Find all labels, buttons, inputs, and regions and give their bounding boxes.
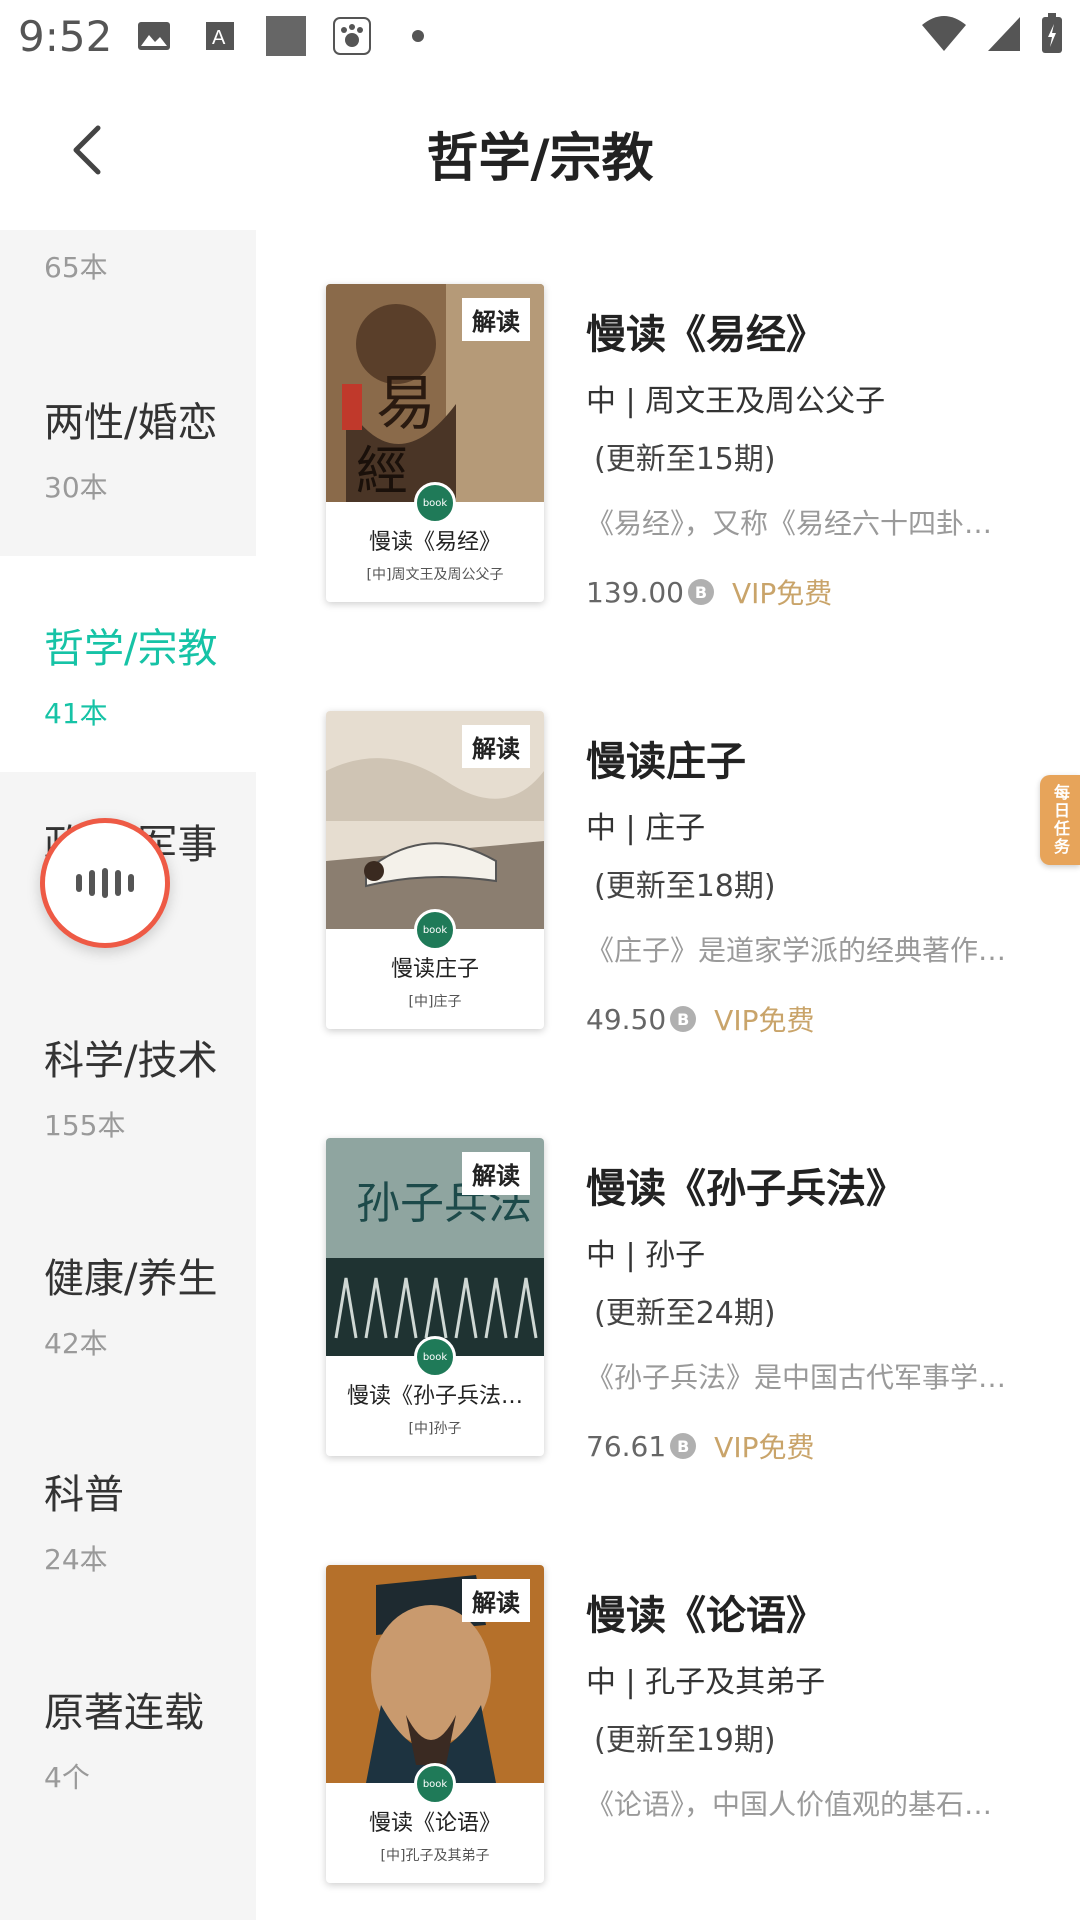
sidebar-item-name: 两性/婚恋 xyxy=(44,400,218,446)
sidebar-item-name: 科普 xyxy=(44,1472,124,1518)
cover-title: 慢读《孙子兵法… xyxy=(346,1384,523,1409)
gallery-icon xyxy=(132,14,176,58)
book-title[interactable]: 慢读《论语》 xyxy=(586,1583,826,1641)
book-title[interactable]: 慢读庄子 xyxy=(586,729,746,787)
daily-task-badge[interactable]: 每日任务 xyxy=(1040,775,1080,865)
svg-text:經: 經 xyxy=(356,442,408,502)
coin-icon: B xyxy=(670,1433,697,1459)
wifi-icon xyxy=(920,13,968,57)
sidebar-item-name: 科学/技术 xyxy=(44,1038,218,1084)
sidebar-item-name: 哲学/宗教 xyxy=(44,626,218,672)
book-update: (更新至15期) xyxy=(594,442,776,477)
coin-icon: B xyxy=(687,579,714,605)
signal-icon xyxy=(986,13,1022,57)
vip-free-label: VIP免费 xyxy=(731,577,833,610)
battery-icon xyxy=(1040,12,1064,58)
sidebar-item-partial[interactable]: 65本 xyxy=(0,230,256,404)
sidebar-item-count: 4个 xyxy=(44,1761,90,1794)
sidebar-item-name: 原著连载 xyxy=(44,1690,204,1736)
svg-text:A: A xyxy=(212,27,226,49)
voice-wave-bar xyxy=(128,874,134,892)
vip-free-label: VIP免费 xyxy=(714,1004,815,1037)
sidebar-item-philosophy-religion[interactable]: 哲学/宗教 41本 xyxy=(0,556,256,772)
status-icons-left: A xyxy=(132,14,440,58)
book-author: 中 | 周文王及周公父子 xyxy=(586,384,886,419)
price-value: 139.00 xyxy=(586,575,684,609)
price-value: 49.50 xyxy=(586,1002,667,1036)
sidebar-item-count: 155本 xyxy=(44,1109,126,1142)
cover-author: [中]孔子及其弟子 xyxy=(380,1848,490,1864)
sidebar-item-count: 65本 xyxy=(44,251,108,284)
book-update: (更新至24期) xyxy=(594,1296,776,1331)
voice-wave-bar xyxy=(115,870,121,896)
book-cover[interactable]: 孙子兵法 解读 book 慢读《孙子兵法… [中]孙子 xyxy=(326,1138,544,1456)
placeholder-square-icon xyxy=(264,14,308,58)
book-author: 中 | 孙子 xyxy=(586,1238,706,1273)
cover-author: [中]庄子 xyxy=(408,994,462,1010)
book-author: 中 | 庄子 xyxy=(586,811,706,846)
book-description: 《论语》，中国人价值观的基石… xyxy=(586,1788,993,1821)
book-description: 《易经》，又称《易经六十四卦… xyxy=(586,507,993,540)
book-description: 《孙子兵法》是中国古代军事学… xyxy=(586,1361,1007,1394)
voice-wave-icon xyxy=(76,874,82,892)
status-icons-right xyxy=(920,12,1064,58)
category-sidebar[interactable]: 65本 两性/婚恋 30本 哲学/宗教 41本 政治/军事 科学/技术 155本… xyxy=(0,230,256,1920)
book-price-row: 139.00 B VIP免费 xyxy=(586,572,832,612)
status-bar: 9:52 A xyxy=(0,0,1080,72)
top-bar: 哲学/宗教 xyxy=(0,72,1080,230)
book-update: (更新至19期) xyxy=(594,1723,776,1758)
cover-author: [中]孙子 xyxy=(408,1421,462,1437)
sidebar-item-popular-science[interactable]: 科普 24本 xyxy=(0,1462,256,1676)
cover-tag: 解读 xyxy=(462,1579,530,1622)
book-cover[interactable]: 易 經 解读 book 慢读《易经》 [中]周文王及周公父子 xyxy=(326,284,544,602)
book-item[interactable]: 解读 book 慢读庄子 [中]庄子 慢读庄子 中 | 庄子 (更新至18期) … xyxy=(256,711,1080,1131)
app-logo-icon: book xyxy=(414,1763,456,1805)
app-logo-icon: book xyxy=(414,482,456,524)
app-logo-icon: book xyxy=(414,909,456,951)
price-value: 76.61 xyxy=(586,1429,667,1463)
sidebar-item-name: 健康/养生 xyxy=(44,1256,218,1302)
cover-tag: 解读 xyxy=(462,1152,530,1195)
cover-author: [中]周文王及周公父子 xyxy=(366,567,504,583)
status-time: 9:52 xyxy=(18,12,113,61)
voice-assistant-button[interactable] xyxy=(40,818,170,948)
notification-dot-icon xyxy=(396,14,440,58)
cover-title: 慢读《论语》 xyxy=(368,1811,501,1836)
cover-tag: 解读 xyxy=(462,298,530,341)
sidebar-item-health[interactable]: 健康/养生 42本 xyxy=(0,1246,256,1460)
sidebar-item-serialized[interactable]: 原著连载 4个 xyxy=(0,1680,256,1894)
book-price-row: 49.50 B VIP免费 xyxy=(586,999,814,1039)
sidebar-item-count: 42本 xyxy=(44,1327,108,1360)
app-logo-icon: book xyxy=(414,1336,456,1378)
coin-icon: B xyxy=(670,1006,697,1032)
cover-tag: 解读 xyxy=(462,725,530,768)
cover-title: 慢读《易经》 xyxy=(368,530,501,555)
vip-free-label: VIP免费 xyxy=(714,1431,815,1464)
voice-wave-bar xyxy=(89,870,95,896)
sidebar-item-count: 30本 xyxy=(44,471,108,504)
book-price-row: 76.61 B VIP免费 xyxy=(586,1426,814,1466)
book-author: 中 | 孔子及其弟子 xyxy=(586,1665,826,1700)
page-title: 哲学/宗教 xyxy=(426,129,654,189)
sidebar-item-science-tech[interactable]: 科学/技术 155本 xyxy=(0,1028,256,1242)
book-item[interactable]: 孙子兵法 解读 book 慢读《孙子兵法… [中]孙子 慢读《孙子兵法》 中 |… xyxy=(256,1138,1080,1558)
baidu-icon xyxy=(330,14,374,58)
font-icon: A xyxy=(198,14,242,58)
book-item[interactable]: 解读 book 慢读《论语》 [中]孔子及其弟子 慢读《论语》 中 | 孔子及其… xyxy=(256,1565,1080,1920)
voice-wave-bar xyxy=(102,868,108,898)
book-list[interactable]: 易 經 解读 book 慢读《易经》 [中]周文王及周公父子 慢读《易经》 中 … xyxy=(256,230,1080,1920)
book-description: 《庄子》是道家学派的经典著作… xyxy=(586,934,1007,967)
book-title[interactable]: 慢读《易经》 xyxy=(586,302,826,360)
sidebar-item-count: 24本 xyxy=(44,1543,108,1576)
book-cover[interactable]: 解读 book 慢读庄子 [中]庄子 xyxy=(326,711,544,1029)
book-update: (更新至18期) xyxy=(594,869,776,904)
book-title[interactable]: 慢读《孙子兵法》 xyxy=(586,1156,906,1214)
book-item[interactable]: 易 經 解读 book 慢读《易经》 [中]周文王及周公父子 慢读《易经》 中 … xyxy=(256,284,1080,704)
book-cover[interactable]: 解读 book 慢读《论语》 [中]孔子及其弟子 xyxy=(326,1565,544,1883)
svg-text:易: 易 xyxy=(376,369,436,439)
cover-title: 慢读庄子 xyxy=(390,957,479,982)
sidebar-item-count: 41本 xyxy=(44,697,108,730)
